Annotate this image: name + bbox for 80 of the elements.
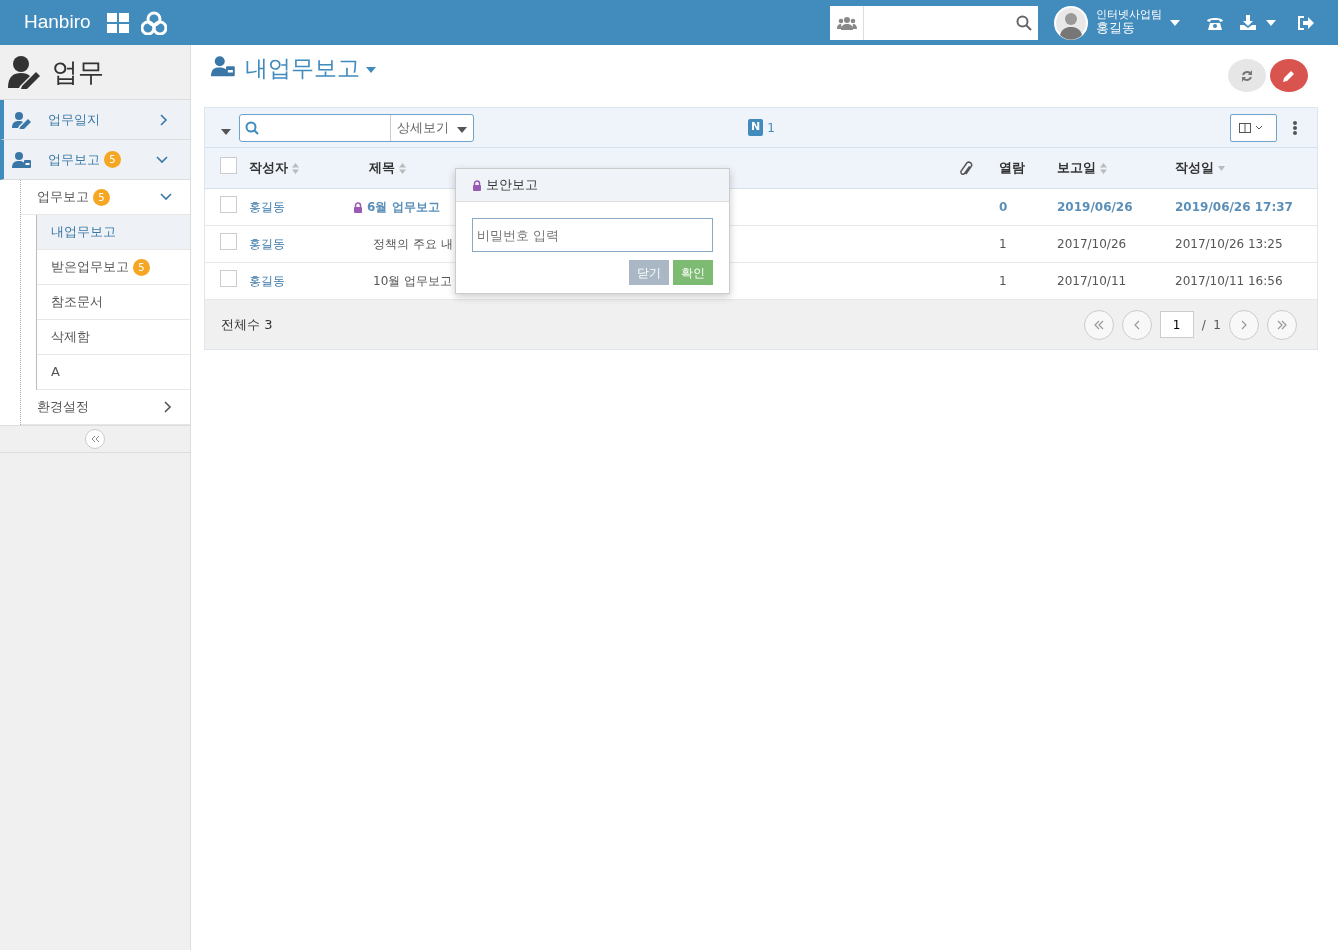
- total-count: 전체수 3: [221, 315, 273, 334]
- count-badge: 5: [104, 151, 121, 168]
- password-field[interactable]: 비밀번호 입력: [472, 218, 713, 252]
- chevron-right-icon[interactable]: [164, 401, 172, 413]
- user-document-icon: [211, 55, 237, 77]
- columns-button[interactable]: [1230, 113, 1277, 142]
- search-icon[interactable]: [1016, 14, 1032, 31]
- author-link[interactable]: 홍길동: [249, 200, 285, 214]
- report-title-link[interactable]: 정책의 주요 내: [373, 235, 453, 253]
- row-checkbox[interactable]: [220, 233, 237, 250]
- row-checkbox[interactable]: [220, 270, 237, 287]
- view-count: 1: [999, 274, 1007, 288]
- user-search-field[interactable]: [830, 5, 1038, 40]
- created-date: 2017/10/26 13:25: [1175, 237, 1283, 251]
- brand-logo[interactable]: Hanbiro: [24, 8, 91, 37]
- report-date: 2017/10/11: [1057, 274, 1127, 288]
- refresh-icon: [1241, 69, 1253, 82]
- report-date: 2017/10/26: [1057, 237, 1127, 251]
- view-count: 0: [999, 200, 1008, 214]
- avatar-icon[interactable]: [1054, 5, 1088, 40]
- column-header[interactable]: 작성일: [1175, 158, 1214, 178]
- column-header[interactable]: 제목: [369, 158, 395, 178]
- caret-down-icon[interactable]: [1266, 19, 1276, 26]
- caret-down-icon[interactable]: [457, 126, 467, 133]
- pencil-icon: [1283, 69, 1295, 82]
- sidebar-section[interactable]: 업무보고 5: [0, 140, 190, 180]
- sidebar-title: 업무: [52, 55, 104, 89]
- user-name: 홍길동: [1096, 21, 1136, 37]
- collapse-sidebar-button[interactable]: [85, 429, 105, 449]
- grid-icon[interactable]: [106, 12, 129, 33]
- logout-icon[interactable]: [1298, 15, 1314, 30]
- row-checkbox[interactable]: [220, 196, 237, 213]
- paperclip-icon[interactable]: [959, 160, 973, 177]
- write-button[interactable]: [1270, 59, 1308, 92]
- more-vertical-icon[interactable]: [1293, 120, 1297, 135]
- column-header[interactable]: 보고일: [1057, 158, 1096, 178]
- author-link[interactable]: 홍길동: [249, 237, 285, 251]
- title-caret-icon[interactable]: [366, 67, 376, 73]
- report-title-link[interactable]: 10월 업무보고: [373, 272, 453, 290]
- chevron-down-icon[interactable]: [160, 193, 172, 201]
- view-count: 1: [999, 237, 1007, 251]
- double-chevron-left-icon: [90, 435, 100, 443]
- refresh-button[interactable]: [1228, 59, 1266, 92]
- new-badge: N: [748, 119, 764, 136]
- column-header[interactable]: 작성자: [249, 158, 288, 178]
- user-team: 인터넷사업팀: [1096, 8, 1162, 22]
- chevron-down-icon[interactable]: [156, 155, 168, 164]
- chevron-down-icon: [1255, 125, 1263, 130]
- page-title: 내업무보고: [245, 54, 360, 83]
- report-title-link[interactable]: 6월 업무보고: [367, 198, 440, 216]
- new-count: 1: [767, 119, 775, 137]
- tree-item[interactable]: 내업무보고: [37, 215, 190, 250]
- page-input[interactable]: 1: [1159, 311, 1194, 338]
- next-page-icon: [1239, 319, 1249, 330]
- user-pencil-icon: [12, 110, 32, 129]
- created-date: 2019/06/26 17:37: [1175, 200, 1293, 214]
- report-date: 2019/06/26: [1057, 200, 1133, 214]
- created-date: 2017/10/11 16:56: [1175, 274, 1283, 288]
- select-all-checkbox[interactable]: [220, 156, 237, 174]
- user-document-icon: [12, 150, 32, 169]
- sidebar-section[interactable]: 업무일지: [0, 100, 190, 140]
- columns-icon: [1239, 122, 1251, 133]
- telephone-icon[interactable]: [1206, 15, 1224, 30]
- search-field[interactable]: 상세보기: [239, 113, 474, 142]
- count-badge: 5: [93, 188, 110, 206]
- chevron-right-icon[interactable]: [160, 113, 168, 126]
- users-icon[interactable]: [836, 15, 857, 30]
- first-page-icon: [1093, 319, 1104, 330]
- download-icon[interactable]: [1240, 15, 1256, 30]
- author-link[interactable]: 홍길동: [249, 274, 285, 288]
- caret-down-icon[interactable]: [1170, 19, 1180, 26]
- count-badge: 5: [133, 258, 150, 276]
- lock-icon: [472, 179, 482, 191]
- trefoil-logo-icon[interactable]: [140, 10, 167, 35]
- select-caret-icon[interactable]: [221, 128, 231, 135]
- page-total: / 1: [1201, 316, 1221, 334]
- column-header[interactable]: 열람: [999, 158, 1025, 178]
- search-icon: [245, 120, 259, 135]
- last-page-icon: [1277, 319, 1287, 330]
- view-select[interactable]: 상세보기: [390, 114, 473, 141]
